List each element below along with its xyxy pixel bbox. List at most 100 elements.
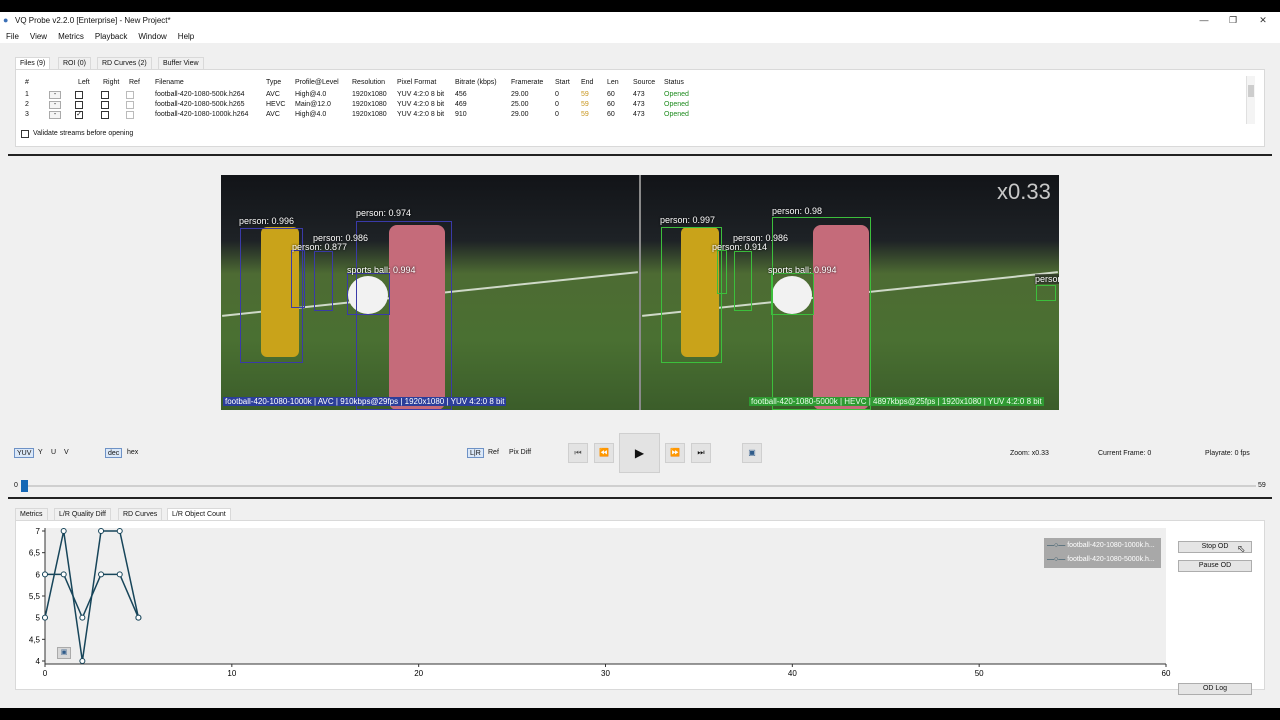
- series-point-1[interactable]: [60, 571, 67, 578]
- series-point-0[interactable]: [42, 614, 48, 621]
- row3-remove-button[interactable]: -: [49, 111, 61, 119]
- menu-help[interactable]: Help: [178, 32, 194, 41]
- series-point-0[interactable]: [79, 658, 86, 664]
- x-tick-label: 50: [975, 669, 984, 678]
- row1-right-checkbox[interactable]: [101, 91, 109, 99]
- lr-button[interactable]: L|R: [467, 448, 484, 458]
- tab-roi[interactable]: ROI (0): [58, 57, 91, 69]
- close-icon[interactable]: ✕: [1253, 14, 1273, 26]
- pix-diff-button[interactable]: Pix Diff: [507, 448, 533, 458]
- row2-filename[interactable]: football-420-1080-500k.h265: [155, 101, 245, 108]
- col-header-ref[interactable]: Ref: [129, 79, 140, 86]
- row2-remove-button[interactable]: -: [49, 101, 61, 109]
- menu-playback[interactable]: Playback: [95, 32, 127, 41]
- save-icon[interactable]: ▣: [742, 443, 762, 463]
- row2-right-checkbox[interactable]: [101, 101, 109, 109]
- col-header-start[interactable]: Start: [555, 79, 570, 86]
- detection-label: person: 0.836: [1035, 274, 1059, 284]
- row2-ref-checkbox[interactable]: [126, 101, 134, 109]
- y-button[interactable]: Y: [36, 448, 45, 458]
- series-point-0[interactable]: [60, 528, 67, 534]
- series-point-0[interactable]: [116, 528, 123, 534]
- detection-box: [347, 273, 390, 315]
- pause-od-button[interactable]: Pause OD: [1178, 560, 1252, 572]
- validate-checkbox[interactable]: [21, 130, 29, 138]
- tab-rd-curves[interactable]: RD Curves (2): [97, 57, 152, 69]
- tab-lr-quality-diff[interactable]: L/R Quality Diff: [54, 508, 111, 520]
- col-header-type[interactable]: Type: [266, 79, 281, 86]
- u-button[interactable]: U: [49, 448, 58, 458]
- tab-files[interactable]: Files (9): [15, 57, 51, 69]
- col-header-source[interactable]: Source: [633, 79, 655, 86]
- series-point-0[interactable]: [98, 528, 105, 534]
- row3-resolution: 1920x1080: [352, 111, 387, 118]
- col-header-status[interactable]: Status: [664, 79, 684, 86]
- v-button[interactable]: V: [62, 448, 71, 458]
- series-point-1[interactable]: [116, 571, 123, 578]
- zoom-overlay: x0.33: [997, 179, 1051, 204]
- series-point-1[interactable]: [42, 571, 48, 578]
- row3-filename[interactable]: football-420-1080-1000k.h264: [155, 111, 248, 118]
- tab-metrics[interactable]: Metrics: [15, 508, 48, 520]
- col-header-profile[interactable]: Profile@Level: [295, 79, 339, 86]
- col-header-filename[interactable]: Filename: [155, 79, 184, 86]
- row1-left-checkbox[interactable]: [75, 91, 83, 99]
- row2-left-checkbox[interactable]: [75, 101, 83, 109]
- row3-left-checkbox[interactable]: ✓: [75, 111, 83, 119]
- menu-window[interactable]: Window: [138, 32, 166, 41]
- files-scrollbar[interactable]: [1246, 76, 1255, 124]
- row1-remove-button[interactable]: -: [49, 91, 61, 99]
- first-frame-icon[interactable]: ⏮: [568, 443, 588, 463]
- row3-ref-checkbox[interactable]: [126, 111, 134, 119]
- step-forward-icon[interactable]: ⏩: [665, 443, 685, 463]
- od-log-button[interactable]: OD Log: [1178, 683, 1252, 695]
- col-header-pixel-format[interactable]: Pixel Format: [397, 79, 436, 86]
- detection-box: [717, 250, 727, 294]
- legend-marker-1000k: —○—: [1047, 542, 1066, 549]
- tab-buffer-view[interactable]: Buffer View: [158, 57, 204, 69]
- col-header-end[interactable]: End: [581, 79, 593, 86]
- detection-box: [291, 250, 305, 308]
- ref-button[interactable]: Ref: [486, 448, 501, 458]
- tab-lr-object-count[interactable]: L/R Object Count: [167, 508, 231, 520]
- minimize-icon[interactable]: —: [1194, 14, 1214, 26]
- row1-bitrate: 456: [455, 91, 467, 98]
- row3-right-checkbox[interactable]: [101, 111, 109, 119]
- col-header-resolution[interactable]: Resolution: [352, 79, 385, 86]
- col-header-framerate[interactable]: Framerate: [511, 79, 543, 86]
- detection-box: [771, 273, 814, 315]
- left-stream-info: football-420-1080-1000k | AVC | 910kbps@…: [223, 397, 507, 406]
- restore-icon[interactable]: ❐: [1223, 14, 1243, 26]
- step-back-icon[interactable]: ⏪: [594, 443, 614, 463]
- series-point-1[interactable]: [98, 571, 105, 578]
- row2-type: HEVC: [266, 101, 286, 108]
- menu-metrics[interactable]: Metrics: [58, 32, 84, 41]
- tab-rd-curves-bottom[interactable]: RD Curves: [118, 508, 163, 520]
- row2-resolution: 1920x1080: [352, 101, 387, 108]
- dec-button[interactable]: dec: [105, 448, 123, 458]
- row1-filename[interactable]: football-420-1080-500k.h264: [155, 91, 245, 98]
- last-frame-icon[interactable]: ⏭: [691, 443, 711, 463]
- col-header-right[interactable]: Right: [103, 79, 119, 86]
- menu-view[interactable]: View: [30, 32, 47, 41]
- col-header-num[interactable]: #: [25, 79, 29, 86]
- series-point-1[interactable]: [135, 614, 142, 621]
- files-scroll-thumb[interactable]: [1248, 85, 1254, 97]
- y-tick-label: 5,5: [29, 592, 41, 601]
- right-video-pane[interactable]: person: 0.997 person: 0.98 person: 0.986…: [641, 175, 1059, 410]
- frame-slider-handle[interactable]: [21, 480, 28, 492]
- left-video-pane[interactable]: person: 0.996 person: 0.974 person: 0.98…: [221, 175, 639, 410]
- play-icon[interactable]: ▶: [619, 433, 660, 473]
- col-header-bitrate[interactable]: Bitrate (kbps): [455, 79, 497, 86]
- col-header-left[interactable]: Left: [78, 79, 90, 86]
- menu-file[interactable]: File: [6, 32, 19, 41]
- row1-ref-checkbox[interactable]: [126, 91, 134, 99]
- yuv-button[interactable]: YUV: [14, 448, 35, 458]
- col-header-len[interactable]: Len: [607, 79, 619, 86]
- frame-slider[interactable]: [22, 485, 1256, 487]
- series-point-1[interactable]: [79, 614, 86, 621]
- video-viewer[interactable]: person: 0.996 person: 0.974 person: 0.98…: [221, 175, 1059, 410]
- hex-button[interactable]: hex: [125, 448, 140, 458]
- chart-save-icon[interactable]: ▣: [57, 647, 71, 659]
- row3-pixfmt: YUV 4:2:0 8 bit: [397, 111, 445, 118]
